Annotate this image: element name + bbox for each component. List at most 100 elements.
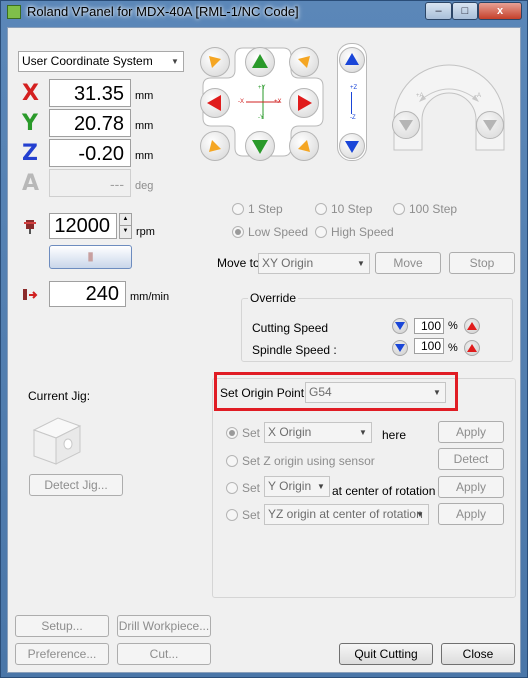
spindle-speed-decrease-button[interactable] xyxy=(392,340,408,356)
close-window-button[interactable]: x xyxy=(478,2,522,20)
plus-z-label: +Z xyxy=(350,85,358,91)
spindle-toggle-button[interactable]: ▮ xyxy=(49,245,132,269)
jog-minus-x-button[interactable] xyxy=(200,88,230,118)
minus-y-label: -Y xyxy=(258,115,264,121)
move-button[interactable]: Move xyxy=(375,252,441,274)
minus-x-label: -X xyxy=(238,99,244,105)
jog-rotate-minus-button[interactable] xyxy=(476,111,504,139)
a-unit: deg xyxy=(135,180,154,192)
spindle-speed-value: 100 xyxy=(414,338,444,354)
spindle-speed-increase-button[interactable] xyxy=(464,340,480,356)
x-axis-label: X xyxy=(22,81,39,106)
y-axis-label: Y xyxy=(22,111,38,136)
y-unit: mm xyxy=(135,120,154,132)
move-to-value: XY Origin xyxy=(262,256,314,270)
chevron-down-icon: ▼ xyxy=(357,259,365,268)
feed-rate-display: 240 xyxy=(49,281,126,307)
jog-plus-z-button[interactable] xyxy=(339,47,365,73)
plus-x-label: +X xyxy=(274,99,282,105)
spindle-icon xyxy=(22,219,38,235)
cutting-speed-increase-button[interactable] xyxy=(464,318,480,334)
setup-button[interactable]: Setup... xyxy=(15,615,109,637)
set-yz-origin-radio[interactable] xyxy=(226,509,238,521)
maximize-button[interactable]: □ xyxy=(452,2,478,20)
set-z-origin-radio[interactable] xyxy=(226,455,238,467)
stop-button[interactable]: Stop xyxy=(449,252,515,274)
y-origin-select[interactable]: Y Origin ▼ xyxy=(264,476,330,497)
spindle-percent: % xyxy=(448,342,458,354)
high-speed-radio[interactable] xyxy=(315,226,327,238)
set-x-origin-radio[interactable] xyxy=(226,427,238,439)
jog-plus-x-minus-y-button[interactable] xyxy=(289,131,319,161)
title-bar[interactable]: Roland VPanel for MDX-40A [RML-1/NC Code… xyxy=(1,1,527,25)
quit-cutting-button[interactable]: Quit Cutting xyxy=(339,643,433,665)
minus-a-label: -A xyxy=(475,93,481,99)
jog-plus-x-button[interactable] xyxy=(289,88,319,118)
low-speed-radio[interactable] xyxy=(232,226,244,238)
jog-plus-y-button[interactable] xyxy=(245,47,275,77)
close-button[interactable]: Close xyxy=(441,643,515,665)
jog-minus-x-plus-y-button[interactable] xyxy=(200,47,230,77)
origin-point-value: G54 xyxy=(309,385,332,399)
minimize-button[interactable]: – xyxy=(425,2,452,20)
jog-minus-x-minus-y-button[interactable] xyxy=(200,131,230,161)
jog-rotate-plus-button[interactable] xyxy=(392,111,420,139)
step-100-radio[interactable] xyxy=(393,203,405,215)
z-axis-line xyxy=(351,92,352,114)
detect-jig-button[interactable]: Detect Jig... xyxy=(29,474,123,496)
set-y-origin-radio[interactable] xyxy=(226,482,238,494)
plus-a-label: +A xyxy=(416,93,424,99)
cut-button[interactable]: Cut... xyxy=(117,643,211,665)
spindle-unit: rpm xyxy=(136,226,155,238)
here-label: here xyxy=(382,428,407,442)
jog-plus-x-plus-y-button[interactable] xyxy=(289,47,319,77)
chevron-down-icon: ▼ xyxy=(317,482,325,491)
a-position-display: --- xyxy=(49,169,131,197)
feed-unit: mm/min xyxy=(130,291,170,303)
vpanel-window: Roland VPanel for MDX-40A [RML-1/NC Code… xyxy=(0,0,528,678)
minus-z-label: -Z xyxy=(350,115,356,121)
z-axis-label: Z xyxy=(22,141,38,166)
x-origin-value: X Origin xyxy=(268,425,312,439)
step-1-label: 1 Step xyxy=(248,202,283,216)
window-title: Roland VPanel for MDX-40A [RML-1/NC Code… xyxy=(27,4,299,19)
jig-image xyxy=(28,408,88,468)
z-unit: mm xyxy=(135,150,154,162)
rotary-jog-pad: +A -A xyxy=(386,55,512,155)
low-speed-label: Low Speed xyxy=(248,225,309,239)
jog-minus-y-button[interactable] xyxy=(245,131,275,161)
step-1-radio[interactable] xyxy=(232,203,244,215)
origin-point-select[interactable]: G54 ▼ xyxy=(305,382,446,403)
chevron-down-icon: ▼ xyxy=(433,388,441,397)
cutting-speed-label: Cutting Speed xyxy=(252,321,329,335)
override-title: Override xyxy=(248,291,299,305)
step-100-label: 100 Step xyxy=(409,202,458,216)
preference-button[interactable]: Preference... xyxy=(15,643,109,665)
jog-minus-z-button[interactable] xyxy=(339,133,365,159)
drill-workpiece-button[interactable]: Drill Workpiece... xyxy=(117,615,211,637)
cutting-speed-value: 100 xyxy=(414,318,444,334)
spindle-speed-label: Spindle Speed : xyxy=(252,343,337,357)
z-position-display: -0.20 xyxy=(49,139,131,167)
apply-y-origin-button[interactable]: Apply xyxy=(438,476,504,498)
step-10-label: 10 Step xyxy=(331,202,373,216)
yz-origin-select[interactable]: YZ origin at center of rotation ▼ xyxy=(264,504,429,525)
coordinate-system-select[interactable]: User Coordinate System ▼ xyxy=(18,51,184,72)
spindle-spinner[interactable]: ▲ ▼ xyxy=(119,213,132,239)
apply-x-origin-button[interactable]: Apply xyxy=(438,421,504,443)
x-origin-select[interactable]: X Origin ▼ xyxy=(264,422,372,443)
high-speed-label: High Speed xyxy=(331,225,394,239)
move-to-select[interactable]: XY Origin ▼ xyxy=(258,253,370,274)
spin-down-icon[interactable]: ▼ xyxy=(119,226,132,239)
detect-z-button[interactable]: Detect xyxy=(438,448,504,470)
spindle-icon: ▮ xyxy=(87,249,94,263)
cutting-percent: % xyxy=(448,320,458,332)
spin-up-icon[interactable]: ▲ xyxy=(119,213,132,226)
set-y-origin-label: Set xyxy=(242,481,261,495)
cutting-speed-decrease-button[interactable] xyxy=(392,318,408,334)
step-10-radio[interactable] xyxy=(315,203,327,215)
a-axis-label: A xyxy=(22,171,40,196)
panel-body: User Coordinate System ▼ X 31.35 mm Y 20… xyxy=(7,27,521,673)
x-position-display: 31.35 xyxy=(49,79,131,107)
apply-yz-origin-button[interactable]: Apply xyxy=(438,503,504,525)
